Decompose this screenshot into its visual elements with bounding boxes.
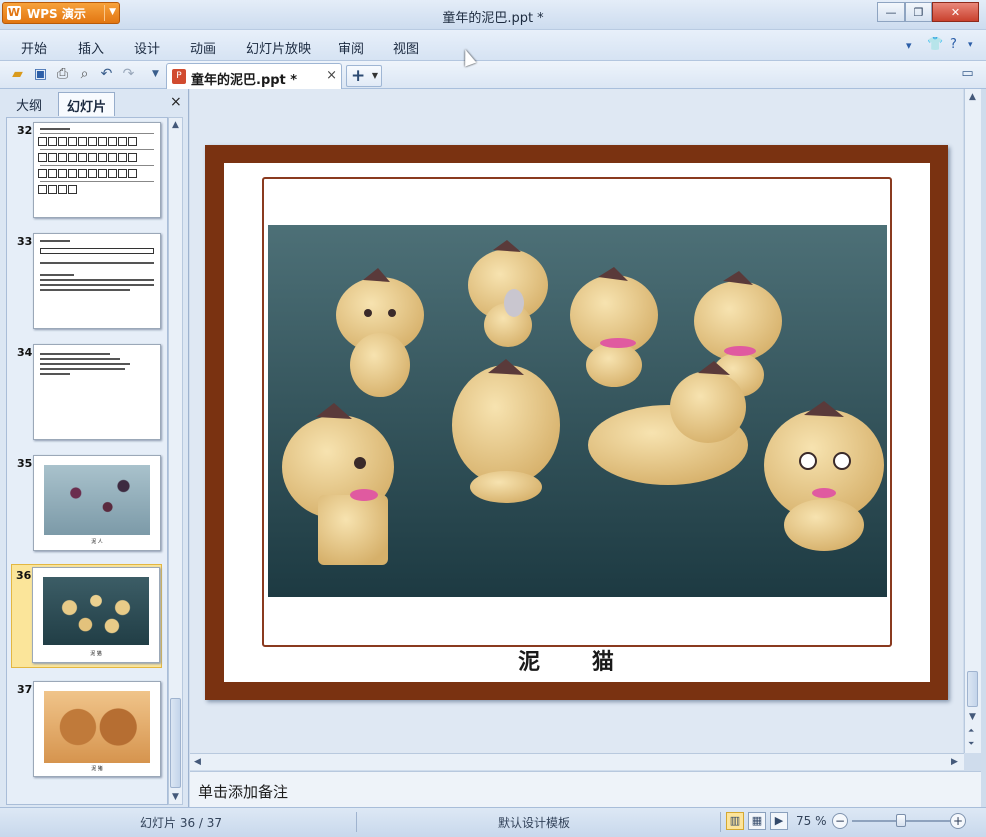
slide-number: 33 [17,235,33,248]
slide-sorter-icon[interactable]: ▦ [748,812,766,830]
chevron-down-icon[interactable]: ▾ [906,39,912,52]
scroll-down-icon[interactable]: ▼ [172,792,179,802]
print-preview-icon[interactable]: ⌕ [76,66,93,83]
next-slide-icon[interactable]: ⏷ [968,739,974,749]
slide-vertical-scrollbar[interactable]: ▲ ▼ ⏶ ⏷ [964,89,981,753]
slide-horizontal-scrollbar[interactable]: ◀ ▶ [190,753,964,770]
zoom-in-button[interactable]: + [950,813,966,829]
document-tab[interactable]: P 童年的泥巴.ppt * × [166,63,342,89]
mud-cats-photo [43,577,149,645]
window-layout-icon[interactable]: ▭ [959,65,976,82]
open-folder-icon[interactable]: ▰ [9,66,26,83]
title-bar: W WPS 演示 ▼ 童年的泥巴.ppt * — ❐ ✕ [0,0,986,30]
menu-home[interactable]: 开始 [21,38,47,57]
status-bar: 幻灯片 36 / 37 默认设计模板 ▥ ▦ ▶ 75 % − + [0,807,986,837]
slide-thumbnail-list: 32 33 34 35 泥 人 36 泥 猫 37 泥 猪 [6,117,168,805]
slide-thumbnail-33[interactable]: 33 [13,231,166,331]
skin-shirt-icon[interactable]: 👕 [927,37,943,52]
thumbnail-scrollbar[interactable]: ▲ ▼ [168,117,183,805]
slide-counter: 幻灯片 36 / 37 [140,816,223,830]
scroll-right-icon[interactable]: ▶ [951,757,958,767]
menu-bar: 开始 插入 设计 动画 幻灯片放映 审阅 视图 ▾ 👕 ? ▾ [0,30,986,61]
menu-insert[interactable]: 插入 [78,38,104,57]
slide-number: 37 [17,683,33,696]
restore-button[interactable]: ❐ [905,2,932,22]
slide-number: 32 [17,124,33,137]
save-icon[interactable]: ▣ [32,66,49,83]
pane-tabs: 大纲 幻灯片 [6,92,184,116]
customize-dropdown-icon[interactable]: ▼ [147,66,164,83]
normal-view-icon[interactable]: ▥ [726,812,744,830]
slide-thumbnail-37[interactable]: 37 泥 猪 [13,679,166,779]
close-window-button[interactable]: ✕ [932,2,979,22]
zoom-out-button[interactable]: − [832,813,848,829]
scroll-left-icon[interactable]: ◀ [194,757,201,767]
help-icon[interactable]: ? [950,37,957,52]
menu-view[interactable]: 视图 [393,38,419,57]
previous-slide-icon[interactable]: ⏶ [968,726,974,736]
status-divider [720,812,721,832]
slide-number: 35 [17,457,33,470]
menu-slideshow[interactable]: 幻灯片放映 [246,38,311,57]
quick-access-toolbar: ▰ ▣ ⎙ ⌕ ↶ ↷ ▼ P 童年的泥巴.ppt * × + ▼ ▭ [0,61,986,89]
design-template-label[interactable]: 默认设计模板 [498,814,570,831]
current-slide[interactable]: 泥 猫 [205,145,948,700]
window-title: 童年的泥巴.ppt * [442,11,544,26]
notes-pane[interactable]: 单击添加备注 [190,771,981,807]
slide-edit-area: 泥 猫 [190,89,963,753]
chevron-down-icon: ▼ [371,71,378,80]
slide-thumbnail-34[interactable]: 34 [13,342,166,442]
slide-thumbnail-32[interactable]: 32 [13,120,166,220]
slide-caption: 泥 猪 [91,766,103,772]
notes-placeholder: 单击添加备注 [198,783,289,801]
slide-preview: 泥 猫 [32,567,160,663]
mud-figurines-photo [44,465,150,535]
close-tab-button[interactable]: × [326,68,337,83]
mud-pigs-photo [44,691,150,763]
slide-thumbnail-36[interactable]: 36 泥 猫 [11,564,162,668]
menu-animation[interactable]: 动画 [190,38,216,57]
slide-preview [33,122,161,218]
slide-caption: 泥 人 [91,539,103,545]
scroll-up-icon[interactable]: ▲ [969,92,976,102]
slide-preview [33,233,161,329]
slide-number: 36 [16,569,32,582]
close-pane-button[interactable]: × [170,94,182,110]
menu-review[interactable]: 审阅 [338,38,364,57]
slide-canvas: 泥 猫 [224,163,930,682]
help-dropdown-icon[interactable]: ▾ [968,40,973,50]
slide-caption: 泥 猫 [90,651,102,657]
redo-icon[interactable]: ↷ [120,66,137,83]
new-tab-button[interactable]: + ▼ [346,65,382,87]
zoom-slider-handle[interactable] [896,814,906,827]
plus-icon: + [351,66,366,86]
scrollbar-thumb[interactable] [170,698,181,788]
slides-pane: 大纲 幻灯片 × 32 33 34 35 泥 人 36 泥 猫 37 泥 猪 ▲… [0,89,189,807]
slide-preview: 泥 人 [33,455,161,551]
slide-preview [33,344,161,440]
ppt-file-icon: P [172,69,186,84]
mud-cats-photo[interactable] [268,225,887,597]
scroll-down-icon[interactable]: ▼ [969,712,976,722]
menu-design[interactable]: 设计 [134,38,160,57]
scrollbar-thumb[interactable] [967,671,978,707]
print-icon[interactable]: ⎙ [54,66,71,83]
scroll-up-icon[interactable]: ▲ [172,120,179,130]
tab-outline[interactable]: 大纲 [8,92,50,116]
tab-slides[interactable]: 幻灯片 [58,92,116,116]
slide-number: 34 [17,346,33,359]
slide-caption[interactable]: 泥 猫 [224,644,930,676]
slideshow-play-icon[interactable]: ▶ [770,812,788,830]
status-divider [356,812,357,832]
document-tab-label: 童年的泥巴.ppt * [191,73,298,88]
slide-thumbnail-35[interactable]: 35 泥 人 [13,453,166,553]
undo-icon[interactable]: ↶ [98,66,115,83]
zoom-level[interactable]: 75 % [796,814,827,828]
minimize-button[interactable]: — [877,2,905,22]
slide-preview: 泥 猪 [33,681,161,777]
